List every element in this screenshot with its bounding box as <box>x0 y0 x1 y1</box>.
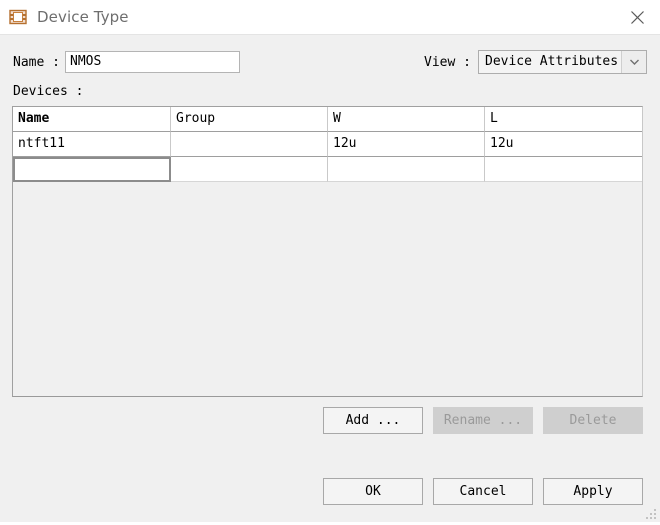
chevron-down-icon[interactable] <box>621 51 646 73</box>
cell-name-editing[interactable] <box>13 157 171 182</box>
device-type-icon <box>9 8 27 26</box>
table-header-row: Name Group W L <box>13 107 642 132</box>
window-title: Device Type <box>37 8 129 26</box>
rename-button: Rename ... <box>433 407 533 434</box>
close-icon[interactable] <box>614 0 660 34</box>
device-type-dialog: Device Type Name : NMOS View : Device At… <box>0 0 660 522</box>
table-row[interactable] <box>13 157 642 182</box>
title-bar: Device Type <box>0 0 660 34</box>
cell-group[interactable] <box>171 157 328 182</box>
cell-name[interactable]: ntft11 <box>13 132 171 157</box>
view-select[interactable]: Device Attributes <box>478 50 647 74</box>
cell-w[interactable]: 12u <box>328 132 485 157</box>
devices-table-panel: Name Group W L ntft11 12u 12u <box>12 106 643 397</box>
cell-l[interactable]: 12u <box>485 132 642 157</box>
view-select-value: Device Attributes <box>479 51 621 73</box>
resize-grip-icon[interactable] <box>645 507 658 520</box>
devices-table-empty-area <box>13 182 642 396</box>
ok-button[interactable]: OK <box>323 478 423 505</box>
add-button[interactable]: Add ... <box>323 407 423 434</box>
name-label: Name : <box>13 55 60 70</box>
cell-l[interactable] <box>485 157 642 182</box>
name-input[interactable]: NMOS <box>65 51 240 73</box>
devices-label: Devices : <box>13 84 84 99</box>
table-row[interactable]: ntft11 12u 12u <box>13 132 642 157</box>
column-header-name[interactable]: Name <box>13 107 171 132</box>
devices-table: Name Group W L ntft11 12u 12u <box>13 107 642 182</box>
cell-w[interactable] <box>328 157 485 182</box>
cancel-button[interactable]: Cancel <box>433 478 533 505</box>
column-header-w[interactable]: W <box>328 107 485 132</box>
dialog-body: Name : NMOS View : Device Attributes Dev… <box>0 34 660 522</box>
column-header-l[interactable]: L <box>485 107 642 132</box>
delete-button: Delete <box>543 407 643 434</box>
column-header-group[interactable]: Group <box>171 107 328 132</box>
view-label: View : <box>424 55 471 70</box>
apply-button[interactable]: Apply <box>543 478 643 505</box>
cell-group[interactable] <box>171 132 328 157</box>
